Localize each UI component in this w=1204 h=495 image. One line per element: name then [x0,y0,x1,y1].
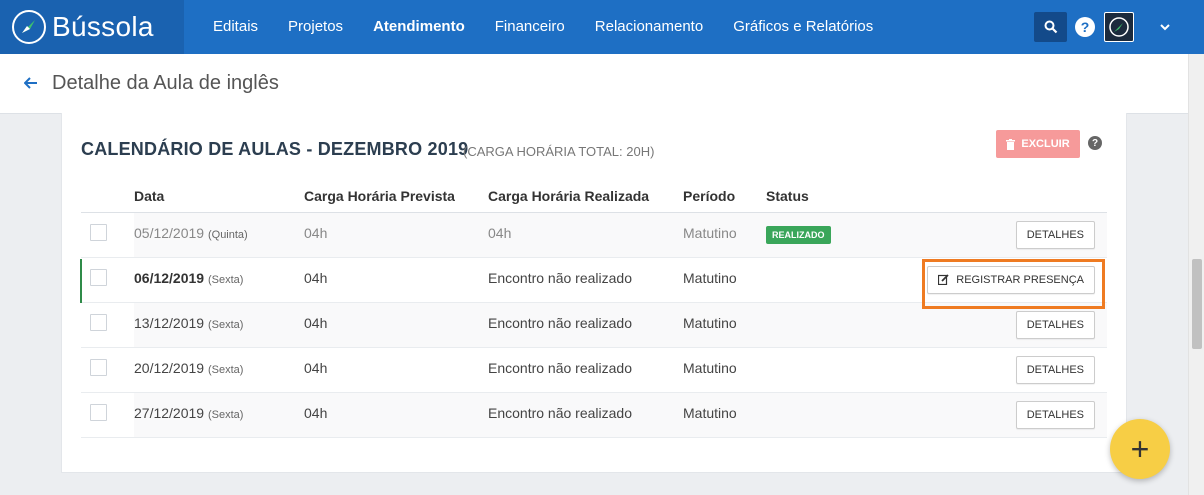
back-arrow-icon[interactable] [23,73,38,94]
table-header-row: Data Carga Horária Prevista Carga Horári… [81,180,1107,213]
status-cell [766,302,886,348]
action-cell: DETALHES [886,347,1107,393]
nav-item-editais[interactable]: Editais [198,0,273,54]
status-cell [766,392,886,438]
status-cell [766,257,886,303]
search-icon [1044,20,1057,34]
row-checkbox[interactable] [90,313,107,331]
trash-icon [1006,138,1016,150]
prevista-cell: 04h [304,392,488,438]
realizada-cell: 04h [488,212,683,258]
details-button[interactable]: DETALHES [1015,310,1095,339]
row-select-cell [81,392,134,438]
prevista-cell: 04h [304,212,488,258]
brand[interactable]: Bússola [0,0,184,54]
periodo-cell: Matutino [683,392,766,438]
status-cell: REALIZADO [766,212,886,258]
realizada-cell: Encontro não realizado [488,347,683,393]
periodo-cell: Matutino [683,347,766,393]
select-column-header [81,180,134,213]
app-name: Bússola [52,11,154,42]
row-select-cell [81,257,134,303]
main-nav: Editais Projetos Atendimento Financeiro … [198,0,888,54]
date-cell: 13/12/2019 (Sexta) [134,302,304,348]
scrollbar-thumb[interactable] [1192,259,1202,349]
row-select-cell [81,302,134,348]
periodo-cell: Matutino [683,212,766,258]
compass-logo-icon [12,10,46,44]
date-value: 05/12/2019 [134,224,205,241]
row-select-cell [81,212,134,258]
row-checkbox[interactable] [90,358,107,376]
weekday: (Sexta) [207,408,244,421]
column-header-prevista: Carga Horária Prevista [304,180,488,213]
nav-item-graficos-relatorios[interactable]: Gráficos e Relatórios [718,0,888,54]
date-cell: 05/12/2019 (Quinta) [134,212,304,258]
active-row-indicator [80,259,82,303]
nav-item-projetos[interactable]: Projetos [273,0,358,54]
column-header-data: Data [134,180,304,213]
column-header-realizada: Carga Horária Realizada [488,180,683,213]
top-navbar: Bússola Editais Projetos Atendimento Fin… [0,0,1204,54]
date-value: 13/12/2019 [134,314,205,331]
page-header: Detalhe da Aula de inglês [0,54,1188,114]
table-row: 20/12/2019 (Sexta) 04h Encontro não real… [81,347,1107,393]
scrollbar[interactable] [1188,54,1204,495]
nav-item-financeiro[interactable]: Financeiro [480,0,580,54]
column-header-actions [886,180,1107,213]
weekday: (Sexta) [207,318,244,331]
chevron-down-icon[interactable] [1160,20,1170,34]
action-cell: DETALHES [886,392,1107,438]
table-row: 05/12/2019 (Quinta) 04h 04h Matutino REA… [81,212,1107,258]
calendar-total-hours: (CARGA HORÁRIA TOTAL: 20H) [463,144,655,159]
realizada-cell: Encontro não realizado [488,257,683,303]
calendar-title: CALENDÁRIO DE AULAS - DEZEMBRO 2019 [81,139,469,159]
action-cell: DETALHES [886,212,1107,258]
help-icon[interactable]: ? [1075,17,1095,37]
add-fab-button[interactable]: + [1110,419,1170,479]
column-header-periodo: Período [683,180,766,213]
delete-button[interactable]: EXCLUIR [996,130,1080,158]
date-value: 20/12/2019 [134,359,205,376]
details-button[interactable]: DETALHES [1015,220,1095,249]
weekday: (Quinta) [207,228,248,241]
row-checkbox[interactable] [90,223,107,241]
search-button[interactable] [1034,12,1067,42]
periodo-cell: Matutino [683,302,766,348]
date-cell: 20/12/2019 (Sexta) [134,347,304,393]
realizada-cell: Encontro não realizado [488,302,683,348]
page-title: Detalhe da Aula de inglês [52,72,279,94]
realizada-cell: Encontro não realizado [488,392,683,438]
details-button[interactable]: DETALHES [1015,355,1095,384]
details-button[interactable]: DETALHES [1015,400,1095,429]
row-checkbox[interactable] [90,403,107,421]
delete-button-label: EXCLUIR [1021,138,1070,150]
nav-item-atendimento[interactable]: Atendimento [358,0,480,54]
column-header-status: Status [766,180,886,213]
table-row: 27/12/2019 (Sexta) 04h Encontro não real… [81,392,1107,438]
date-value: 06/12/2019 [134,269,205,286]
nav-actions: ? [1034,0,1204,54]
prevista-cell: 04h [304,302,488,348]
date-cell: 06/12/2019 (Sexta) [134,257,304,303]
highlight-box [922,259,1105,309]
nav-item-relacionamento[interactable]: Relacionamento [580,0,718,54]
status-badge: REALIZADO [766,225,831,244]
prevista-cell: 04h [304,347,488,393]
row-checkbox[interactable] [90,268,107,286]
date-value: 27/12/2019 [134,404,205,421]
help-icon[interactable]: ? [1088,136,1102,150]
date-cell: 27/12/2019 (Sexta) [134,392,304,438]
weekday: (Sexta) [207,363,244,376]
status-cell [766,347,886,393]
avatar[interactable] [1104,12,1134,42]
prevista-cell: 04h [304,257,488,303]
row-select-cell [81,347,134,393]
weekday: (Sexta) [207,273,244,286]
periodo-cell: Matutino [683,257,766,303]
